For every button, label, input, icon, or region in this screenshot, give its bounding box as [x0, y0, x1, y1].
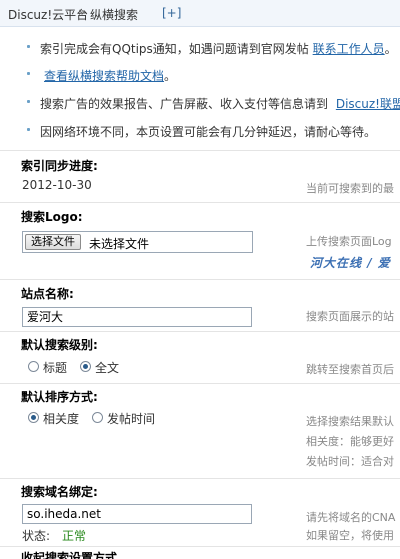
- divider: [0, 279, 400, 280]
- help-doc-link[interactable]: 查看纵横搜索帮助文档: [44, 69, 164, 83]
- order-option-post-time[interactable]: 发帖时间: [92, 410, 172, 426]
- divider: [0, 383, 400, 384]
- site-name-tip: 搜索页面展示的站: [306, 310, 394, 323]
- domain-input[interactable]: so.iheda.net: [22, 504, 252, 524]
- site-name-input[interactable]: 爱河大: [22, 307, 252, 327]
- add-shortcut-button[interactable]: [+]: [162, 6, 181, 20]
- breadcrumb-current: 纵横搜索: [90, 8, 139, 22]
- sort-order-tip-1: 选择搜索结果默认: [306, 415, 394, 428]
- breadcrumb-separator: »: [78, 5, 86, 19]
- domain-tip-1: 请先将域名的CNA: [306, 511, 396, 524]
- radio-icon[interactable]: [92, 412, 103, 423]
- domain-binding-label: 搜索域名绑定:: [21, 485, 98, 499]
- choose-file-button[interactable]: 选择文件: [25, 234, 81, 250]
- sort-order-tip-2: 相关度：能够更好: [306, 435, 394, 448]
- breadcrumb: Discuz!云平台 » 纵横搜索 [+]: [0, 0, 400, 27]
- status-label: 状态:: [22, 529, 51, 543]
- bullet-icon: [27, 45, 30, 48]
- bullet-icon: [27, 72, 30, 75]
- sync-progress-tip: 当前可搜索到的最: [306, 182, 394, 195]
- bullet-icon: [27, 128, 30, 131]
- divider: [0, 546, 400, 547]
- logo-tip: 上传搜索页面Log: [306, 235, 392, 248]
- divider: [0, 202, 400, 203]
- discuz-union-link[interactable]: Discuz!联盟: [336, 97, 400, 111]
- bullet-icon: [27, 100, 30, 103]
- logo-file-input[interactable]: 选择文件 未选择文件: [22, 231, 253, 253]
- level-option-title[interactable]: 标题: [28, 359, 88, 375]
- site-name-label: 站点名称:: [21, 287, 74, 301]
- tips-list: 索引完成会有QQtips通知，如遇问题请到官网发帖 联系工作人员。 查看纵横搜索…: [0, 27, 400, 150]
- sync-progress-label: 索引同步进度:: [21, 159, 98, 173]
- file-status-text: 未选择文件: [89, 237, 150, 251]
- order-option-relevance[interactable]: 相关度: [28, 410, 92, 426]
- divider: [0, 331, 400, 332]
- divider: [0, 150, 400, 151]
- divider: [0, 478, 400, 479]
- logo-label: 搜索Logo:: [21, 210, 83, 224]
- breadcrumb-home[interactable]: Discuz!云平台: [8, 6, 88, 23]
- search-level-tip: 跳转至搜索首页后: [306, 363, 394, 376]
- radio-checked-icon[interactable]: [80, 361, 91, 372]
- radio-checked-icon[interactable]: [28, 412, 39, 423]
- sync-progress-value: 2012-10-30: [22, 178, 92, 192]
- level-option-fulltext[interactable]: 全文: [80, 359, 140, 375]
- sort-order-label: 默认排序方式:: [21, 390, 98, 404]
- domain-tip-2: 如果留空，将使用: [306, 529, 394, 542]
- status-value: 正常: [62, 529, 87, 543]
- contact-staff-link[interactable]: 联系工作人员: [313, 42, 385, 56]
- search-level-label: 默认搜索级别:: [21, 338, 98, 352]
- next-section-label: 收起搜索设置方式: [21, 551, 118, 559]
- sort-order-tip-3: 发帖时间：适合对: [306, 455, 394, 468]
- radio-icon[interactable]: [28, 361, 39, 372]
- watermark-logo: 河大在线 / 爱: [310, 256, 391, 270]
